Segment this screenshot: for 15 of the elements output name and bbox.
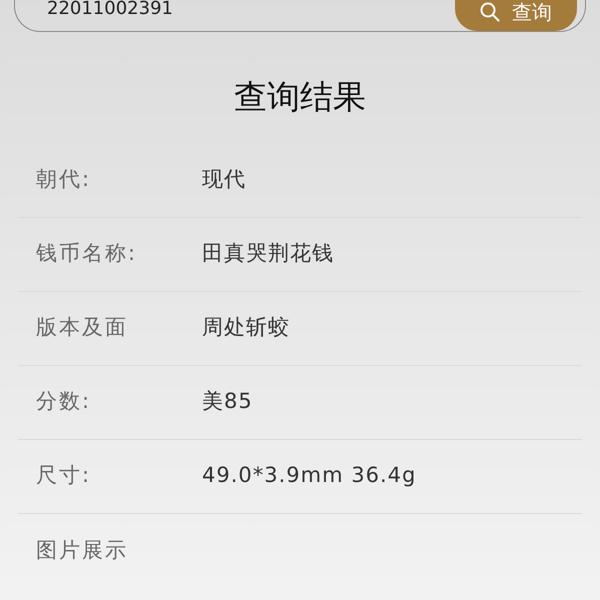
field-label: 朝代: [36, 166, 92, 194]
field-label: 图片展示 [36, 536, 129, 564]
search-icon [480, 2, 500, 22]
field-label: 版本及面 [36, 314, 129, 342]
field-value: 周处斩蛟 [202, 314, 290, 342]
field-value: 田真哭荆花钱 [202, 240, 334, 268]
field-label: 钱币名称: [36, 240, 138, 268]
search-button[interactable]: 查询 [455, 0, 577, 31]
search-field[interactable]: 22011002391 查询 [14, 0, 586, 32]
field-label: 分数: [36, 388, 92, 416]
field-value: 现代 [202, 166, 246, 194]
field-value: 49.0*3.9mm 36.4g [202, 462, 416, 490]
page-title: 查询结果 [233, 76, 367, 118]
field-value: 美85 [202, 388, 253, 416]
field-label: 尺寸: [36, 462, 92, 490]
